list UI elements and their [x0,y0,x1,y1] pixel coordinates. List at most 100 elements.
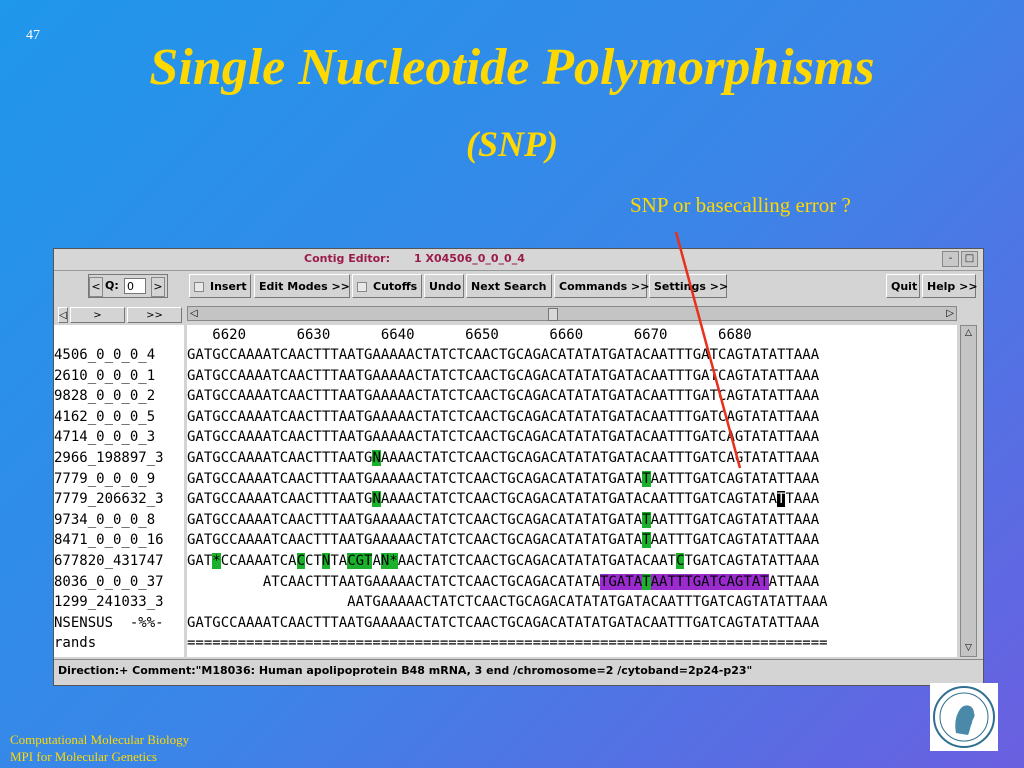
read-name[interactable]: 7779_0_0_0_9 [54,469,184,490]
base-run: GATGCCAAAATCAACTTTAATG [187,491,373,508]
cutoffs-checkbox-icon [357,282,367,292]
quality-control: < Q: 0 > [88,274,168,298]
base-run: GATGCCAAAATCAACTTTAATGAAAAACTATCTCAACTGC… [187,347,820,363]
help-button[interactable]: Help >> [922,274,978,298]
quit-button[interactable]: Quit [886,274,920,298]
footer-line-1: Computational Molecular Biology [10,732,190,747]
quality-decrease-button[interactable]: < [89,277,103,297]
slide-subtitle: (SNP) [466,124,558,164]
base-run: GATGCCAAAATCAACTTTAATGAAAAACTATCTCAACTGC… [187,367,820,384]
scroll-down-icon[interactable]: ▽ [962,642,975,655]
base-run: GATGCCAAAATCAACTTTAATGAAAAACTATCTCAACTGC… [187,388,820,405]
read-sequence[interactable]: GATGCCAAAATCAACTTTAATGAAAAACTATCTCAACTGC… [187,510,957,531]
read-name[interactable]: 2966_198897_3 [54,448,184,469]
read-name[interactable]: 9734_0_0_0_8 [54,510,184,531]
settings-button[interactable]: Settings >> [649,274,728,298]
scroll-right-icon[interactable]: ▷ [946,307,954,320]
commands-button[interactable]: Commands >> [554,274,650,298]
fast-forward-button[interactable]: >> [127,307,182,323]
scroll-thumb[interactable] [548,308,558,321]
read-name[interactable]: 4506_0_0_0_4 [54,345,184,366]
minimize-button[interactable]: - [942,251,959,267]
quality-label: Q: [105,279,119,292]
base-highlight: AATTTGATCAGTAT [650,573,769,590]
base-highlight: N* [380,552,398,569]
sequence-panel[interactable]: 6620 6630 6640 6650 6660 6670 6680 GATGC… [187,325,957,657]
footer-line-2: MPI for Molecular Genetics [10,749,157,764]
maximize-button[interactable]: □ [961,251,978,267]
base-run: ATTAAA [768,573,820,590]
read-name[interactable]: 4714_0_0_0_3 [54,427,184,448]
base-run: TAAA [785,491,820,508]
read-name[interactable]: NSENSUS -%%- [54,613,184,634]
base-highlight: * [212,552,221,569]
read-name[interactable]: 7779_206632_3 [54,489,184,510]
status-bar: Direction:+ Comment:"M18036: Human apoli… [54,659,983,683]
read-sequence[interactable]: GATGCCAAAATCAACTTTAATGAAAAACTATCTCAACTGC… [187,613,957,634]
quality-increase-button[interactable]: > [151,277,165,297]
read-name[interactable]: 9828_0_0_0_2 [54,386,184,407]
undo-button[interactable]: Undo [424,274,464,298]
slide-title: Single Nucleotide Polymorphisms [149,39,875,96]
base-highlight: T [642,573,651,590]
base-run: GATGCCAAAATCAACTTTAATGAAAAACTATCTCAACTGC… [187,408,820,425]
read-name[interactable]: 8471_0_0_0_16 [54,530,184,551]
position-ruler: 6620 6630 6640 6650 6660 6670 6680 [187,327,752,343]
read-sequence[interactable]: GAT*CCAAAATCACCTNTACGTAN*AACTATCTCAACTGC… [187,551,957,572]
base-run: ATCAACTTTAATGAAAAACTATCTCAACTGCAGACATATA [187,573,601,590]
vertical-scrollbar[interactable]: △ ▽ [960,325,977,657]
edit-modes-button[interactable]: Edit Modes >> [254,274,350,298]
base-run: AAAACTATCTCAACTGCAGACATATATGATACAATTTGAT… [380,449,820,466]
read-sequence[interactable]: GATGCCAAAATCAACTTTAATGAAAAACTATCTCAACTGC… [187,386,957,407]
insert-checkbox-icon [194,282,204,292]
base-run: GATGCCAAAATCAACTTTAATGAAAAACTATCTCAACTGC… [187,511,643,528]
cutoffs-label: Cutoffs [373,280,418,293]
read-sequence[interactable]: GATGCCAAAATCAACTTTAATGAAAAACTATCTCAACTGC… [187,427,957,448]
base-run: CT [305,552,322,569]
base-highlight: C [296,552,306,569]
base-run: AAAACTATCTCAACTGCAGACATATATGATACAATTTGAT… [380,491,778,508]
horizontal-scrollbar[interactable]: ◁ ▷ [187,306,957,321]
base-run: GATGCCAAAATCAACTTTAATGAAAAACTATCTCAACTGC… [187,614,820,631]
names-scroll-left-icon[interactable]: ◁ [58,307,68,323]
read-name[interactable]: 2610_0_0_0_1 [54,366,184,387]
base-run: ========================================… [187,635,828,652]
contig-editor-window: Contig Editor: 1 X04506_0_0_0_4 - □ < Q:… [53,248,984,686]
base-run: CCAAAATCA [220,552,297,569]
read-sequence[interactable]: GATGCCAAAATCAACTTTAATGAAAAACTATCTCAACTGC… [187,345,957,366]
read-sequence[interactable]: GATGCCAAAATCAACTTTAATGNAAAACTATCTCAACTGC… [187,448,957,469]
base-run: GAT [187,552,213,569]
read-sequence[interactable]: GATGCCAAAATCAACTTTAATGAAAAACTATCTCAACTGC… [187,366,957,387]
base-run: GATGCCAAAATCAACTTTAATGAAAAACTATCTCAACTGC… [187,429,820,446]
cutoffs-toggle[interactable]: Cutoffs [352,274,422,298]
read-name[interactable]: 4162_0_0_0_5 [54,407,184,428]
read-sequence[interactable]: GATGCCAAAATCAACTTTAATGNAAAACTATCTCAACTGC… [187,489,957,510]
read-sequence[interactable]: ATCAACTTTAATGAAAAACTATCTCAACTGCAGACATATA… [187,572,957,593]
read-sequence[interactable]: AATGAAAAACTATCTCAACTGCAGACATATATGATACAAT… [187,592,957,613]
base-highlight: T [642,511,651,528]
base-highlight: N [372,449,381,466]
insert-toggle[interactable]: Insert [189,274,251,298]
scroll-up-icon[interactable]: △ [962,327,975,340]
read-name[interactable]: 8036_0_0_0_37 [54,572,184,593]
read-name[interactable]: rands [54,633,184,654]
step-forward-button[interactable]: > [70,307,125,323]
quality-input[interactable]: 0 [124,278,146,294]
base-highlight: CGT [347,552,373,569]
read-sequence[interactable]: GATGCCAAAATCAACTTTAATGAAAAACTATCTCAACTGC… [187,530,957,551]
read-name[interactable]: 677820_431747 [54,551,184,572]
read-sequence[interactable]: ========================================… [187,633,957,654]
read-sequence[interactable]: GATGCCAAAATCAACTTTAATGAAAAACTATCTCAACTGC… [187,469,957,490]
base-run: A [372,552,381,569]
window-title-name: 1 X04506_0_0_0_4 [414,252,525,265]
base-highlight: N [372,491,381,508]
scroll-left-icon[interactable]: ◁ [190,307,198,320]
read-name[interactable]: 1299_241033_3 [54,592,184,613]
base-run: TA [330,552,348,569]
next-search-button[interactable]: Next Search [466,274,552,298]
snp-annotation: SNP or basecalling error ? [630,193,851,217]
window-title-label: Contig Editor: [304,252,390,265]
base-run: AACTATCTCAACTGCAGACATATATGATACAAT [397,552,676,569]
window-titlebar[interactable]: Contig Editor: 1 X04506_0_0_0_4 - □ [54,249,983,271]
read-sequence[interactable]: GATGCCAAAATCAACTTTAATGAAAAACTATCTCAACTGC… [187,407,957,428]
